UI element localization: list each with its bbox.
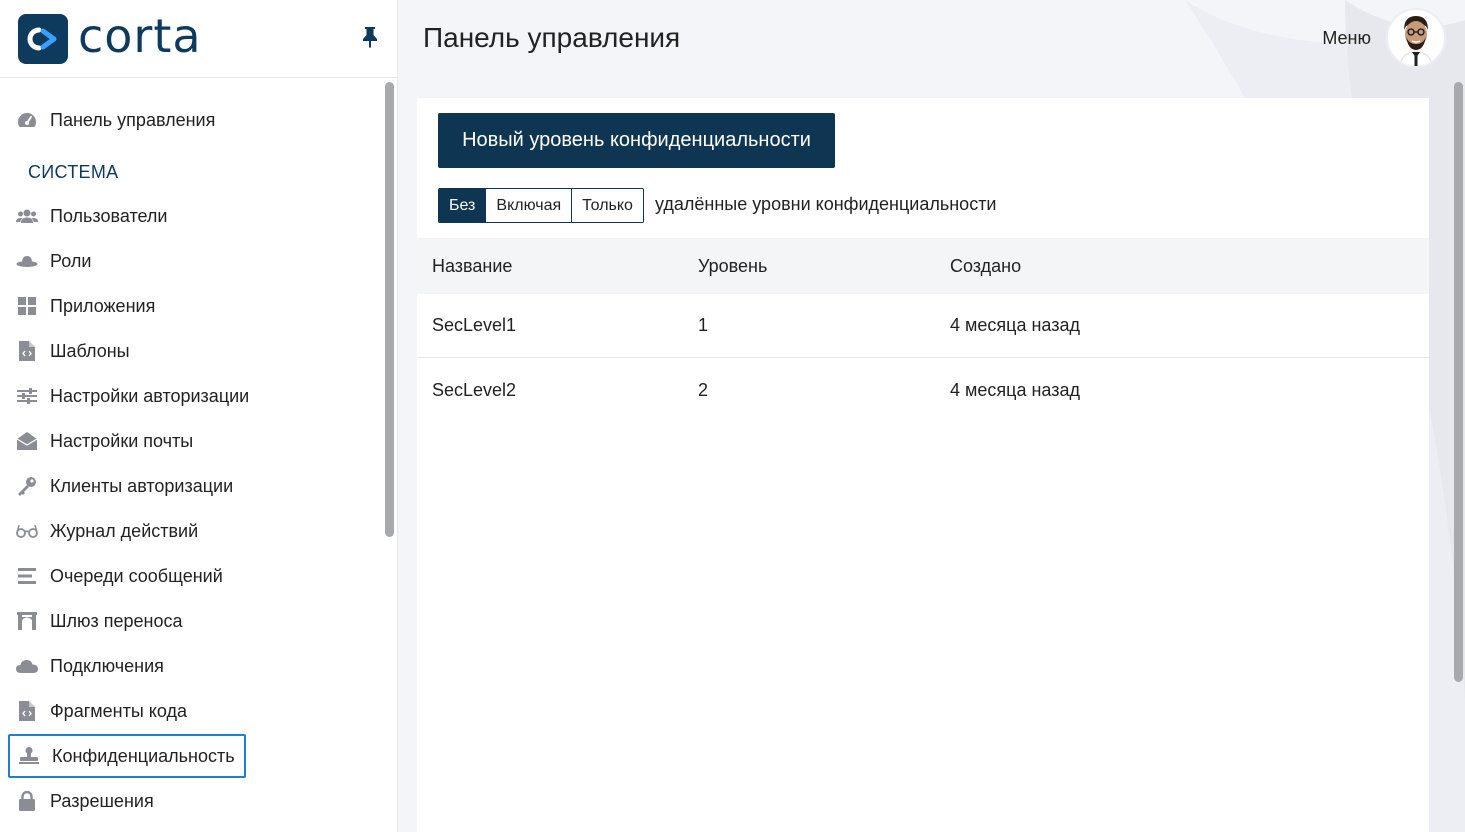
hat-icon — [16, 250, 38, 272]
sidebar-item-label: Очереди сообщений — [50, 565, 223, 586]
confidentiality-levels-table: Название Уровень Создано SecLevel1 1 4 м… — [417, 238, 1429, 422]
deleted-filter-segmented-control: Без Включая Только — [438, 188, 644, 223]
page-title: Панель управления — [423, 22, 681, 53]
sidebar-item-apps[interactable]: Приложения — [8, 284, 378, 328]
sidebar-item-roles[interactable]: Роли — [8, 239, 378, 283]
sidebar-item-dashboard[interactable]: Панель управления — [8, 98, 378, 142]
glasses-icon — [16, 520, 38, 542]
sidebar-item-label: Шлюз переноса — [50, 610, 183, 631]
key-icon — [16, 475, 38, 497]
gateway-icon — [16, 610, 38, 632]
sliders-icon — [16, 385, 38, 407]
sidebar-item-label: Подключения — [50, 655, 164, 676]
user-avatar[interactable] — [1386, 8, 1446, 68]
new-confidentiality-level-button[interactable]: Новый уровень конфиденциальности — [438, 113, 835, 168]
sidebar-item-auth-clients[interactable]: Клиенты авторизации — [8, 464, 378, 508]
sidebar-item-code-snippets[interactable]: Фрагменты кода — [8, 689, 378, 733]
sidebar-item-message-queues[interactable]: Очереди сообщений — [8, 554, 378, 598]
sidebar-item-label: Конфиденциальность — [52, 745, 235, 766]
sidebar-item-users[interactable]: Пользователи — [8, 194, 378, 238]
filter-description: удалённые уровни конфиденциальности — [655, 194, 997, 214]
avatar-portrait-icon — [1399, 16, 1433, 66]
mail-open-icon — [16, 430, 38, 452]
cell-created: 4 месяца назад — [950, 315, 1080, 335]
sidebar-item-label: Фрагменты кода — [50, 700, 187, 721]
logo-bar: corta — [0, 0, 397, 78]
pin-icon[interactable] — [361, 26, 379, 48]
cell-level: 1 — [698, 315, 709, 335]
sidebar-item-connections[interactable]: Подключения — [8, 644, 378, 688]
sidebar-item-label: Клиенты авторизации — [50, 475, 234, 496]
list-lines-icon — [16, 565, 38, 587]
cloud-icon — [16, 655, 38, 677]
sidebar-item-label: Пользователи — [50, 205, 168, 226]
sidebar-item-confidentiality[interactable]: Конфиденциальность — [8, 734, 246, 778]
sidebar-item-label: Настройки авторизации — [50, 385, 250, 406]
stamp-icon — [18, 745, 40, 767]
section-title-system: СИСТЕМА — [28, 162, 119, 182]
sidebar-item-templates[interactable]: Шаблоны — [8, 329, 378, 373]
sidebar: corta Панель управления СИСТЕМА Пользова… — [0, 0, 398, 832]
filter-option-only[interactable]: Только — [572, 189, 643, 222]
sidebar-item-label: Приложения — [50, 295, 156, 316]
code-file-icon — [16, 340, 38, 362]
cell-level: 2 — [698, 379, 709, 400]
sidebar-item-auth-settings[interactable]: Настройки авторизации — [8, 374, 378, 418]
apps-grid-icon — [16, 295, 38, 317]
column-header-name[interactable]: Название — [417, 256, 698, 277]
menu-button[interactable]: Меню — [1322, 28, 1371, 49]
cell-name: SecLevel2 — [432, 379, 517, 400]
table-row[interactable]: SecLevel2 2 4 месяца назад — [417, 358, 1429, 422]
cell-name: SecLevel1 — [432, 315, 517, 335]
sidebar-item-label: Разрешения — [50, 790, 154, 811]
main-area: Панель управления Меню Новый уровень кон… — [399, 0, 1465, 832]
sidebar-scrollbar[interactable] — [385, 82, 394, 537]
filter-option-including[interactable]: Включая — [486, 189, 573, 222]
sidebar-item-label: Настройки почты — [50, 430, 194, 451]
sidebar-item-activity-log[interactable]: Журнал действий — [8, 509, 378, 553]
sidebar-item-permissions[interactable]: Разрешения — [8, 779, 378, 823]
column-header-level[interactable]: Уровень — [698, 256, 950, 277]
corta-logo-icon[interactable] — [18, 13, 68, 64]
cell-created: 4 месяца назад — [950, 379, 1080, 400]
filter-option-without[interactable]: Без — [439, 189, 487, 222]
sidebar-item-label: Шаблоны — [50, 340, 130, 361]
content-card: Новый уровень конфиденциальности Без Вкл… — [417, 98, 1429, 832]
sidebar-item-transfer-gateway[interactable]: Шлюз переноса — [8, 599, 378, 643]
lock-icon — [16, 790, 38, 812]
sidebar-item-label: Панель управления — [50, 109, 216, 130]
brand-name: corta — [78, 8, 202, 63]
main-scrollbar[interactable] — [1454, 82, 1463, 682]
table-row[interactable]: SecLevel1 1 4 месяца назад — [417, 294, 1429, 358]
sidebar-item-label: Роли — [50, 250, 92, 271]
code-file-icon — [16, 700, 38, 722]
column-header-created[interactable]: Создано — [950, 256, 1429, 277]
table-header: Название Уровень Создано — [417, 238, 1429, 294]
sidebar-item-mail-settings[interactable]: Настройки почты — [8, 419, 378, 463]
sidebar-item-label: Журнал действий — [50, 520, 199, 541]
users-icon — [16, 205, 38, 227]
dashboard-gauge-icon — [16, 109, 38, 131]
